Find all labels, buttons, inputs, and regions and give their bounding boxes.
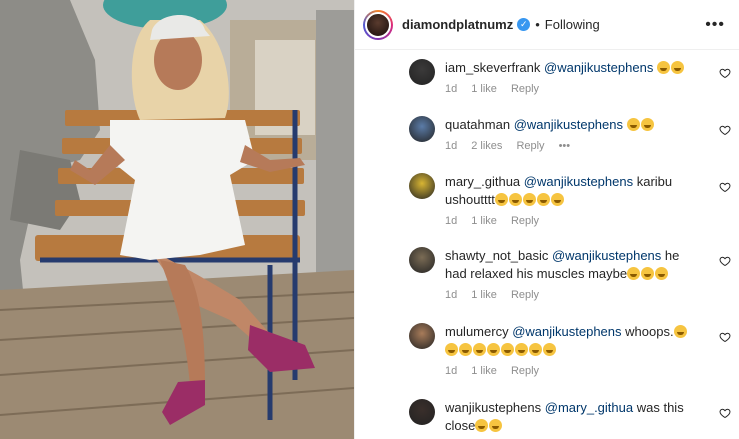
emoji-icon <box>494 193 508 206</box>
comment-likes[interactable]: 2 likes <box>471 140 502 152</box>
comment-item: quatahman @wanjikustephens 1d 2 likes Repl… <box>355 112 739 169</box>
comment-time: 1d <box>445 365 458 377</box>
more-options-icon[interactable]: ••• <box>705 16 725 34</box>
comment-mention[interactable]: @wanjikustephens <box>544 60 653 75</box>
comment-mention[interactable]: @wanjikustephens <box>514 117 623 132</box>
post-photo <box>0 0 354 439</box>
emoji-icon <box>475 419 489 432</box>
comment-meta: 1d 1 like Reply <box>445 289 699 301</box>
comment-meta: 1d 1 like Reply <box>445 215 699 227</box>
comment-body: iam_skeverfrank @wanjikustephens <box>445 59 699 77</box>
emoji-icon <box>459 343 472 356</box>
comment-mention[interactable]: @wanjikustephens <box>524 174 633 189</box>
comment-avatar[interactable] <box>409 59 435 85</box>
emoji-icon <box>473 343 486 356</box>
emoji-icon <box>515 343 528 356</box>
emoji-icon <box>543 343 556 356</box>
comment-body: quatahman @wanjikustephens <box>445 116 699 134</box>
reply-button[interactable]: Reply <box>511 289 539 301</box>
heart-icon[interactable] <box>719 67 731 79</box>
comment-avatar[interactable] <box>409 173 435 199</box>
comment-username[interactable]: wanjikustephens <box>445 400 541 415</box>
comment-item: mulumercy @wanjikustephens whoops. 1d 1 li… <box>355 319 739 395</box>
reply-button[interactable]: Reply <box>516 140 544 152</box>
emoji-icon <box>641 267 655 280</box>
comment-item: wanjikustephens @mary_.githua was this c… <box>355 395 739 439</box>
emoji-icon <box>640 118 654 131</box>
comment-likes[interactable]: 1 like <box>471 289 497 301</box>
comment-username[interactable]: mulumercy <box>445 324 509 339</box>
post-image <box>0 0 354 439</box>
emoji-icon <box>655 267 669 280</box>
comment-likes[interactable]: 1 like <box>471 83 497 95</box>
comment-time: 1d <box>445 215 458 227</box>
emoji-icon <box>656 61 670 74</box>
comment-body: shawty_not_basic @wanjikustephens he had… <box>445 247 699 283</box>
emoji-icon <box>529 343 542 356</box>
header-separator: • <box>535 17 540 32</box>
emoji-icon <box>522 193 536 206</box>
comment-avatar[interactable] <box>409 323 435 349</box>
emoji-icon <box>487 343 500 356</box>
comment-avatar[interactable] <box>409 399 435 425</box>
following-button[interactable]: Following <box>545 17 600 32</box>
comment-meta: 1d 1 like Reply <box>445 83 699 95</box>
emoji-icon <box>627 267 641 280</box>
comment-list: iam_skeverfrank @wanjikustephens 1d 1 lik… <box>355 50 739 439</box>
comment-likes[interactable]: 1 like <box>471 215 497 227</box>
comment-username[interactable]: iam_skeverfrank <box>445 60 540 75</box>
emoji-icon <box>501 343 514 356</box>
comment-likes[interactable]: 1 like <box>471 365 497 377</box>
heart-icon[interactable] <box>719 124 731 136</box>
comment-time: 1d <box>445 83 458 95</box>
emoji-icon <box>673 325 687 338</box>
emoji-icon <box>670 61 684 74</box>
emoji-icon <box>445 343 458 356</box>
comment-username[interactable]: shawty_not_basic <box>445 248 548 263</box>
comment-username[interactable]: mary_.githua <box>445 174 520 189</box>
emoji-icon <box>626 118 640 131</box>
comment-text: whoops. <box>625 324 674 339</box>
reply-button[interactable]: Reply <box>511 215 539 227</box>
comment-time: 1d <box>445 140 458 152</box>
comment-mention[interactable]: @wanjikustephens <box>512 324 621 339</box>
comment-username[interactable]: quatahman <box>445 117 510 132</box>
reply-button[interactable]: Reply <box>511 365 539 377</box>
heart-icon[interactable] <box>719 331 731 343</box>
comment-body: wanjikustephens @mary_.githua was this c… <box>445 399 699 435</box>
heart-icon[interactable] <box>719 181 731 193</box>
comment-avatar[interactable] <box>409 247 435 273</box>
comment-time: 1d <box>445 289 458 301</box>
header-username[interactable]: diamondplatnumz <box>402 17 513 32</box>
profile-avatar[interactable] <box>363 9 393 40</box>
comments-panel: diamondplatnumz ✓ • Following ••• iam_sk… <box>354 0 739 439</box>
comment-item: shawty_not_basic @wanjikustephens he had… <box>355 243 739 319</box>
comment-more-icon[interactable]: ••• <box>559 140 571 152</box>
comment-body: mulumercy @wanjikustephens whoops. <box>445 323 699 359</box>
comment-body: mary_.githua @wanjikustephens karibu ush… <box>445 173 699 209</box>
reply-button[interactable]: Reply <box>511 83 539 95</box>
emoji-icon <box>489 419 503 432</box>
comment-item: mary_.githua @wanjikustephens karibu ush… <box>355 169 739 243</box>
comment-mention[interactable]: @wanjikustephens <box>552 248 661 263</box>
comment-meta: 1d 1 like Reply <box>445 365 699 377</box>
comment-meta: 1d 2 likes Reply ••• <box>445 140 699 152</box>
emoji-icon <box>508 193 522 206</box>
emoji-icon <box>550 193 564 206</box>
heart-icon[interactable] <box>719 255 731 267</box>
comment-mention[interactable]: @mary_.githua <box>545 400 633 415</box>
comment-item: iam_skeverfrank @wanjikustephens 1d 1 lik… <box>355 55 739 112</box>
emoji-icon <box>536 193 550 206</box>
heart-icon[interactable] <box>719 407 731 419</box>
verified-badge-icon: ✓ <box>517 18 531 31</box>
post-header: diamondplatnumz ✓ • Following ••• <box>355 0 739 50</box>
comment-avatar[interactable] <box>409 116 435 142</box>
